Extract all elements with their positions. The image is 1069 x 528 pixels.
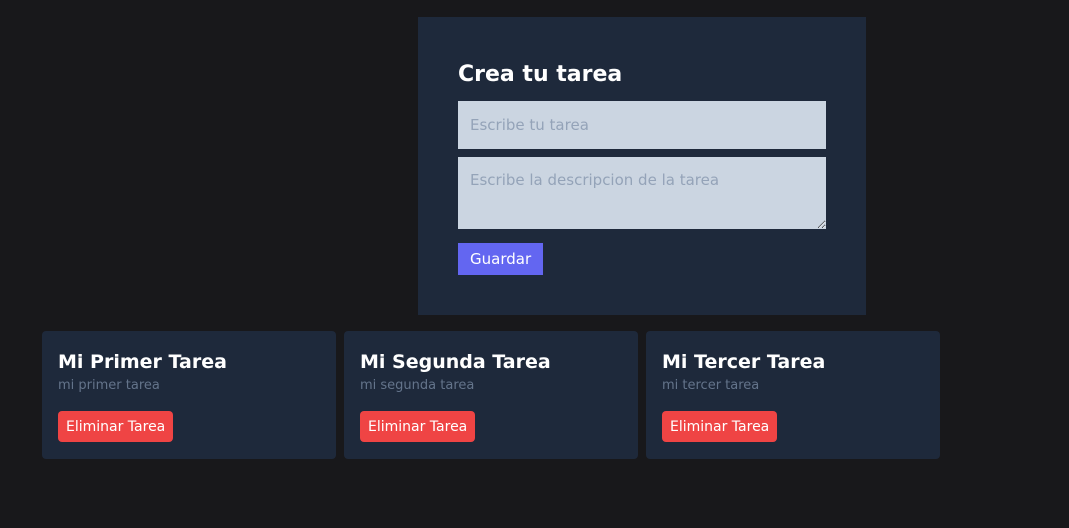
task-title: Mi Segunda Tarea bbox=[360, 351, 551, 373]
delete-task-button[interactable]: Eliminar Tarea bbox=[360, 411, 476, 442]
form-title: Crea tu tarea bbox=[458, 62, 623, 87]
task-description: mi primer tarea bbox=[58, 378, 160, 393]
task-form: Crea tu tarea Guardar bbox=[418, 17, 866, 315]
task-description: mi segunda tarea bbox=[360, 378, 475, 393]
delete-task-button[interactable]: Eliminar Tarea bbox=[58, 411, 174, 442]
save-button[interactable]: Guardar bbox=[458, 243, 544, 275]
task-description-textarea[interactable] bbox=[458, 157, 826, 229]
task-description: mi tercer tarea bbox=[662, 378, 760, 393]
delete-task-button[interactable]: Eliminar Tarea bbox=[662, 411, 778, 442]
task-card: Mi Primer Tarea mi primer tarea Eliminar… bbox=[42, 331, 336, 459]
task-list: Mi Primer Tarea mi primer tarea Eliminar… bbox=[42, 331, 940, 459]
task-title: Mi Primer Tarea bbox=[58, 351, 227, 373]
task-card: Mi Segunda Tarea mi segunda tarea Elimin… bbox=[344, 331, 638, 459]
task-title-input[interactable] bbox=[458, 101, 826, 149]
task-title: Mi Tercer Tarea bbox=[662, 351, 826, 373]
task-card: Mi Tercer Tarea mi tercer tarea Eliminar… bbox=[646, 331, 940, 459]
